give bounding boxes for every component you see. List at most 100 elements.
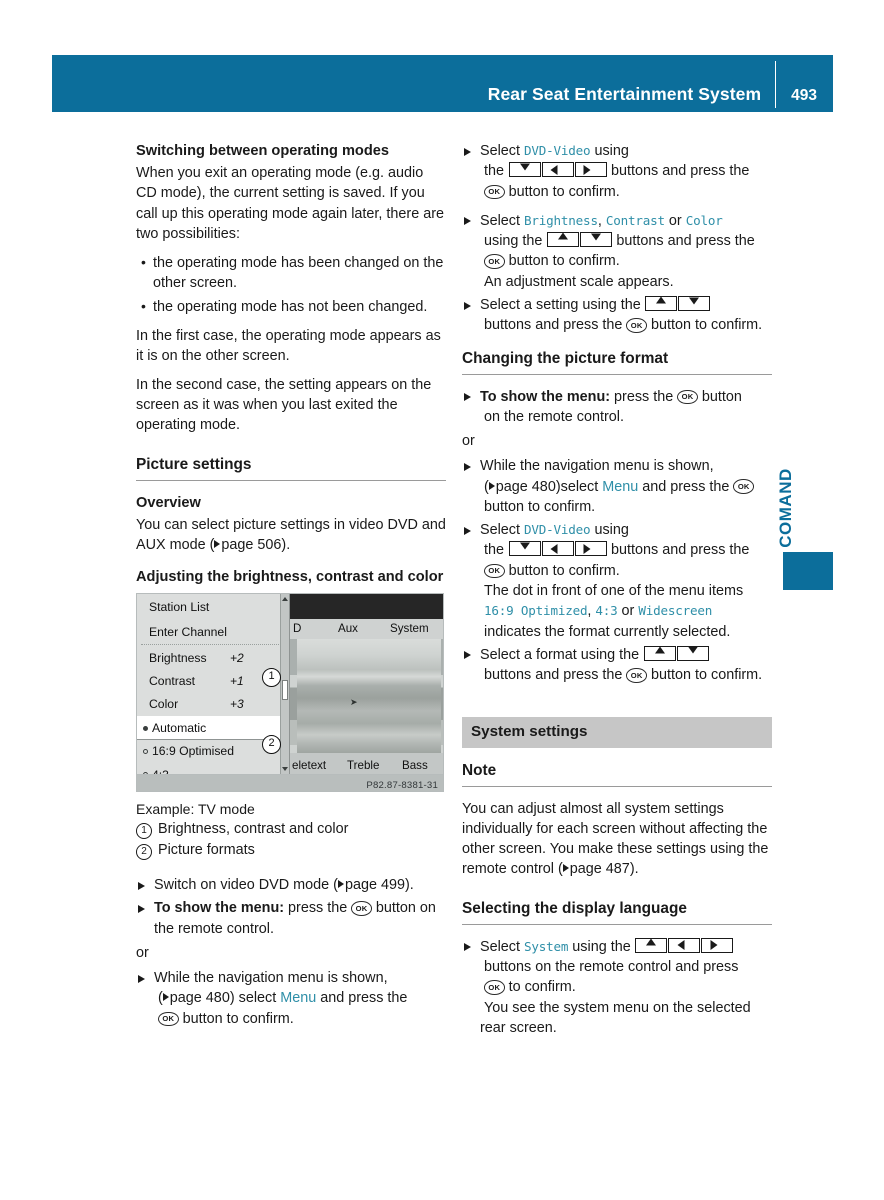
ok-button-icon: OK xyxy=(626,318,647,333)
paragraph-first-case: In the first case, the operating mode ap… xyxy=(136,327,441,364)
step-text-a: Select a format using the xyxy=(480,646,640,663)
scroll-up-arrow-icon[interactable] xyxy=(282,597,288,602)
ok-button-icon: OK xyxy=(626,668,647,683)
arrow-right-key-icon[interactable] xyxy=(574,541,607,557)
step-text-using: using the xyxy=(484,233,543,250)
menu-item-label: 4:3 xyxy=(152,767,169,776)
legend-text-2: Picture formats xyxy=(158,842,255,859)
step-line-1: To show the menu: press the OK button xyxy=(480,387,772,407)
step-text-c: button to confirm. xyxy=(650,317,763,334)
arrow-up-key-icon[interactable] xyxy=(635,937,668,953)
menu-item-color[interactable]: Color +3 xyxy=(137,693,289,716)
step-text-scale: An adjustment scale appears. xyxy=(484,273,674,290)
arrow-down-key-icon[interactable] xyxy=(508,162,541,178)
video-top-bar xyxy=(290,594,443,620)
step-text-b: buttons and press the xyxy=(484,667,623,684)
arrow-right-key-icon[interactable] xyxy=(701,937,734,953)
step-text-b: buttons and press the xyxy=(484,317,623,334)
step-text-or: or xyxy=(668,212,682,229)
arrow-down-key-icon[interactable] xyxy=(579,232,612,248)
video-menu-item-system[interactable]: System xyxy=(390,619,429,639)
figure-code: P82.87-8381-31 xyxy=(366,780,438,792)
video-menu-item-d[interactable]: D xyxy=(293,619,301,639)
arrow-down-key-icon[interactable] xyxy=(678,296,711,312)
step-text-the: the xyxy=(484,163,505,180)
page-reference-icon xyxy=(162,993,169,1002)
video-bottom-bar: eletext Treble Bass xyxy=(290,753,443,775)
step-show-the-menu: To show the menu: press the OK button on… xyxy=(136,898,446,939)
video-menu-item-teletext[interactable]: eletext xyxy=(292,756,326,774)
menu-item-enter-channel[interactable]: Enter Channel xyxy=(137,619,289,644)
menu-item-label: Contrast xyxy=(149,674,196,689)
menu-item-brightness[interactable]: Brightness +2 xyxy=(137,646,289,669)
section-note-wrap: Note xyxy=(462,760,772,787)
figure-caption: Example: TV mode xyxy=(136,801,255,818)
menu-reference-contrast: Contrast xyxy=(605,212,665,228)
step-text-a: buttons on the remote control and press xyxy=(484,959,739,976)
page-reference-icon xyxy=(337,880,344,889)
menu-reference-16-9-optimized: 16:9 Optimized xyxy=(484,603,588,619)
radio-selected-icon xyxy=(143,725,148,731)
video-menu-bar: D Aux System xyxy=(290,619,443,640)
ok-button-icon: OK xyxy=(158,1011,179,1027)
arrow-down-key-icon[interactable] xyxy=(676,645,709,661)
video-menu-item-aux[interactable]: Aux xyxy=(338,619,358,639)
video-still-image: ➤ xyxy=(297,639,441,754)
step-text-a: ) select xyxy=(229,990,277,1007)
step-line-6: indicates the format currently selected. xyxy=(480,622,772,642)
step-text-a: Switch on video DVD mode ( xyxy=(154,877,338,894)
step-text-b: and press the xyxy=(642,478,730,495)
menu-item-4-3[interactable]: 4:3 xyxy=(137,763,289,775)
menu-item-label: Station List xyxy=(149,599,210,614)
step-page-ref: page 480 xyxy=(169,990,230,1007)
arrow-right-key-icon[interactable] xyxy=(574,162,607,178)
step-navigation-menu: While the navigation menu is shown, (pag… xyxy=(136,968,446,1029)
comand-screen-mock: D Aux System ➤ eletext Treble Bass Stati… xyxy=(136,593,444,776)
paragraph-overview: You can select picture settings in video… xyxy=(136,515,446,556)
step-text-b: button xyxy=(701,388,742,405)
video-menu-item-treble[interactable]: Treble xyxy=(347,756,379,774)
page-reference-icon xyxy=(488,481,495,490)
menu-item-value: +3 xyxy=(230,697,244,712)
step-line-2: (page 480)select Menu and press the OK xyxy=(480,477,772,497)
arrow-up-key-icon[interactable] xyxy=(643,645,676,661)
figure-legend-item-1: 1 Brightness, contrast and color xyxy=(136,819,444,840)
page-header-bar: Rear Seat Entertainment System 493 xyxy=(52,55,833,112)
step-line-1: Select DVD-Video using xyxy=(480,520,772,540)
arrow-left-key-icon[interactable] xyxy=(541,162,574,178)
figure-comand-screenshot: D Aux System ➤ eletext Treble Bass Stati… xyxy=(136,593,444,861)
step-text-rest: buttons and press the xyxy=(611,542,750,559)
arrow-down-key-icon[interactable] xyxy=(508,541,541,557)
or-connector: or xyxy=(462,433,475,450)
section-heading-system-settings: System settings xyxy=(462,716,772,748)
legend-number-1: 1 xyxy=(136,823,152,840)
menu-item-station-list[interactable]: Station List xyxy=(137,594,289,619)
step-bold-label: To show the menu: xyxy=(480,388,611,405)
arrow-left-key-icon[interactable] xyxy=(541,541,574,557)
step-text-b: and press the xyxy=(320,990,408,1007)
scrollbar-thumb[interactable] xyxy=(282,680,288,701)
overview-text-a: You can select picture settings in video… xyxy=(136,516,446,553)
arrow-left-key-icon[interactable] xyxy=(668,937,701,953)
arrow-up-key-icon[interactable] xyxy=(546,232,579,248)
step-line-1: Select System using the xyxy=(480,937,772,957)
scroll-down-arrow-icon[interactable] xyxy=(282,767,288,772)
step-switch-on-video-dvd: Switch on video DVD mode (page 499). xyxy=(136,875,446,895)
step-line-5: 16:9 Optimized, 4:3 or Widescreen xyxy=(480,601,772,621)
figure-legend-item-2: 2 Picture formats xyxy=(136,840,444,861)
arrow-up-key-icon[interactable] xyxy=(645,296,678,312)
menu-item-label: 16:9 Optimised xyxy=(152,744,234,759)
page-title: Rear Seat Entertainment System xyxy=(487,84,762,104)
section-heading-picture-settings: Picture settings xyxy=(136,454,446,481)
step-text-confirm: button to confirm. xyxy=(508,562,620,579)
video-menu-item-bass[interactable]: Bass xyxy=(402,756,428,774)
section-heading-picture-format: Changing the picture format xyxy=(462,348,772,375)
paragraph-switching-modes: When you exit an operating mode (e.g. au… xyxy=(136,165,444,242)
menu-scrollbar[interactable] xyxy=(280,594,289,775)
step-line-4: The dot in front of one of the menu item… xyxy=(480,581,772,601)
heading-overview: Overview xyxy=(136,494,201,511)
section-picture-settings-wrap: Picture settings xyxy=(136,454,446,481)
ok-button-icon: OK xyxy=(484,980,505,995)
step-text-rest: buttons and press the xyxy=(611,163,750,180)
possibilities-list: the operating mode has been changed on t… xyxy=(136,252,446,318)
